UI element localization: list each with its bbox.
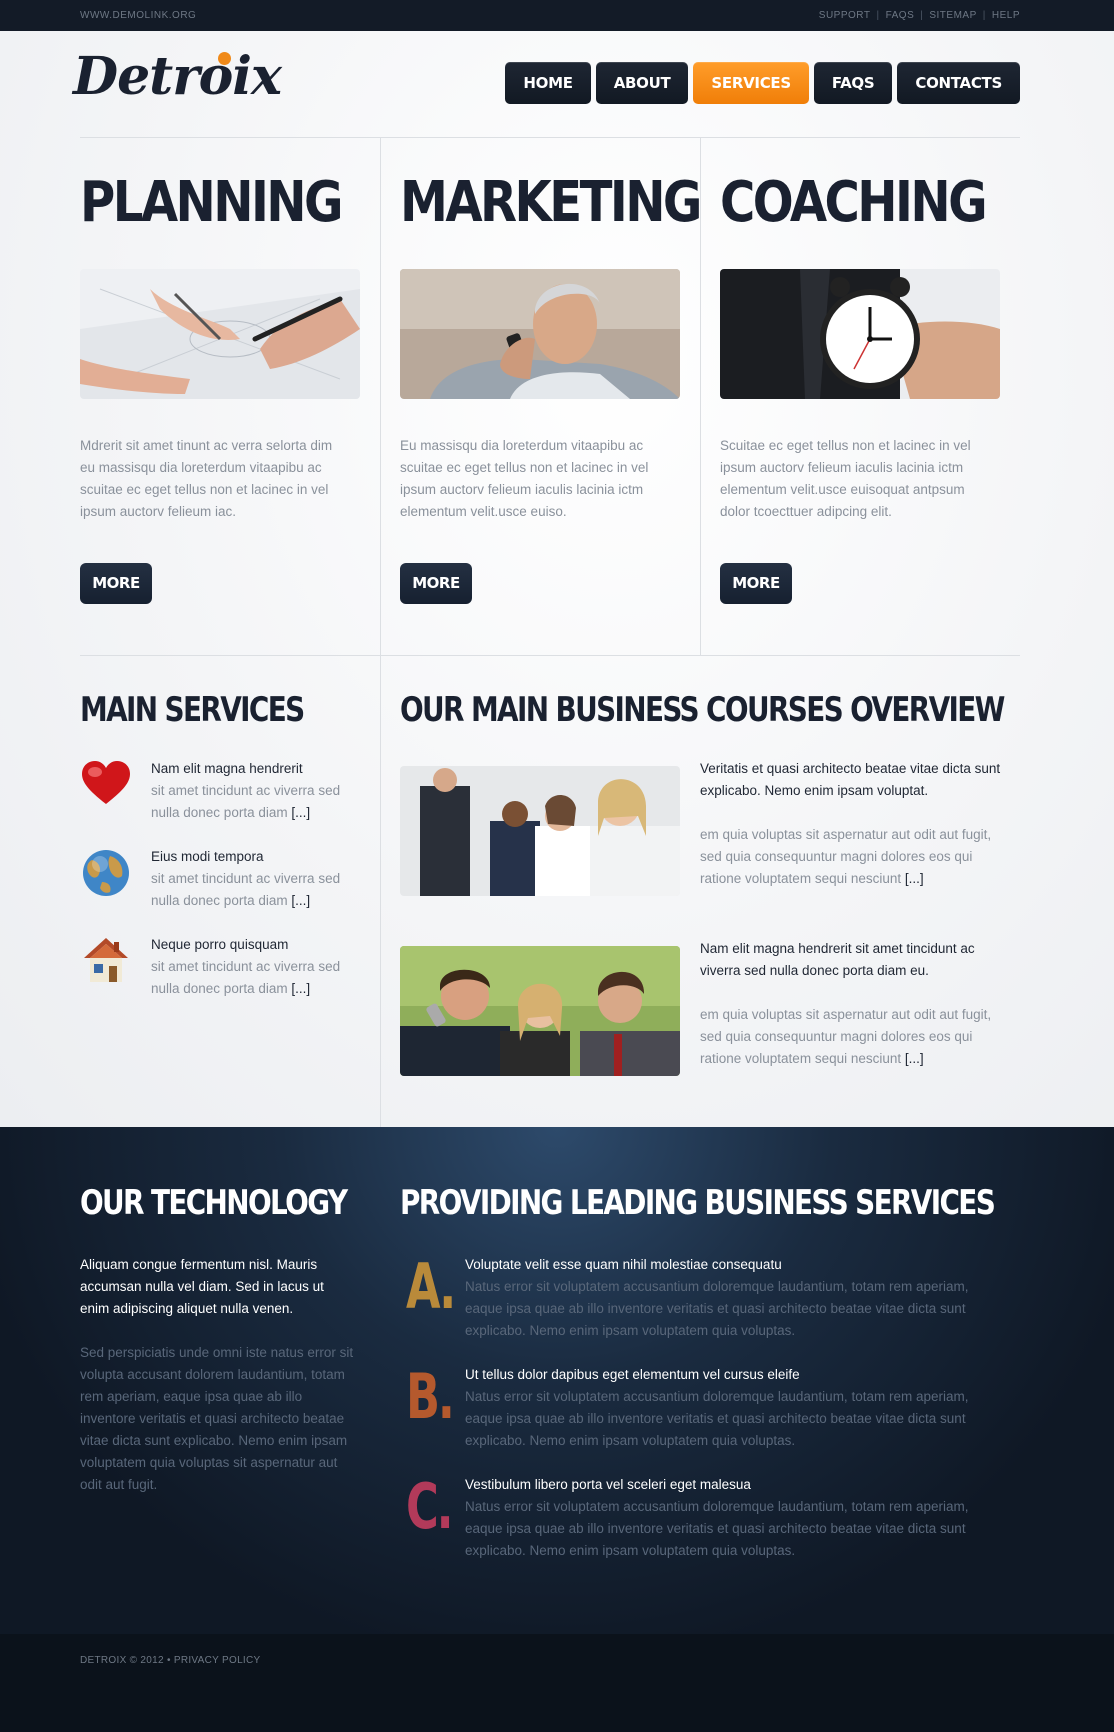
read-more-link[interactable]: [...] bbox=[291, 893, 310, 908]
top-bar: WWW.DEMOLINK.ORG SUPPORT | FAQS | SITEMA… bbox=[0, 0, 1114, 31]
divider: | bbox=[876, 10, 880, 21]
course-text: em quia voluptas sit aspernatur aut odit… bbox=[700, 1007, 992, 1066]
marketing-more-button[interactable]: MORE bbox=[400, 563, 472, 604]
divider bbox=[80, 137, 1020, 138]
marketing-photo bbox=[400, 269, 680, 399]
site-url[interactable]: WWW.DEMOLINK.ORG bbox=[80, 10, 196, 21]
footer-bullet: • bbox=[166, 1655, 171, 1666]
logo[interactable]: Detroix bbox=[73, 46, 282, 107]
coaching-title: COACHING bbox=[720, 170, 988, 235]
footer-copyright: DETROIX © 2012 • PRIVACY POLICY bbox=[80, 1655, 261, 1666]
planning-title: PLANNING bbox=[80, 170, 344, 235]
read-more-link[interactable]: [...] bbox=[291, 981, 310, 996]
providing-item-text: Natus error sit voluptatem accusantium d… bbox=[465, 1389, 969, 1448]
heart-icon bbox=[82, 761, 130, 804]
marketing-title: MARKETING bbox=[400, 170, 702, 235]
footer-brand: DETROIX bbox=[80, 1655, 127, 1666]
divider bbox=[380, 655, 381, 1127]
read-more-link[interactable]: [...] bbox=[905, 871, 924, 886]
house-icon bbox=[84, 938, 128, 982]
read-more-link[interactable]: [...] bbox=[291, 805, 310, 820]
divider: | bbox=[920, 10, 924, 21]
technology-lead: Aliquam congue fermentum nisl. Mauris ac… bbox=[80, 1257, 324, 1316]
marketing-text: Eu massisqu dia loreterdum vitaapibu ac … bbox=[400, 438, 649, 519]
coaching-photo bbox=[720, 269, 1000, 399]
read-more-link[interactable]: [...] bbox=[905, 1051, 924, 1066]
service-text: sit amet tincidunt ac viverra sed nulla … bbox=[151, 959, 341, 996]
planning-photo bbox=[80, 269, 360, 399]
footer: DETROIX © 2012 • PRIVACY POLICY bbox=[0, 1634, 1114, 1732]
service-title[interactable]: Neque porro quisquam bbox=[151, 934, 288, 956]
divider bbox=[700, 137, 701, 655]
providing-item-text: Natus error sit voluptatem accusantium d… bbox=[465, 1279, 969, 1338]
letter-b: B. bbox=[406, 1360, 455, 1433]
main-nav: HOME ABOUT SERVICES FAQS CONTACTS bbox=[505, 62, 1020, 104]
main-services-title: MAIN SERVICES bbox=[80, 690, 305, 730]
technology-text: Sed perspiciatis unde omni iste natus er… bbox=[80, 1345, 354, 1492]
divider bbox=[380, 137, 381, 655]
privacy-policy-link[interactable]: PRIVACY POLICY bbox=[174, 1655, 261, 1666]
letter-a: A. bbox=[406, 1250, 456, 1323]
providing-title: PROVIDING LEADING BUSINESS SERVICES bbox=[400, 1183, 996, 1223]
service-text: sit amet tincidunt ac viverra sed nulla … bbox=[151, 871, 341, 908]
service-text: sit amet tincidunt ac viverra sed nulla … bbox=[151, 783, 341, 820]
nav-faqs[interactable]: FAQS bbox=[813, 62, 893, 104]
nav-about[interactable]: ABOUT bbox=[595, 62, 689, 104]
divider bbox=[80, 655, 1020, 656]
letter-c: C. bbox=[406, 1470, 454, 1543]
logo-dot-icon bbox=[218, 52, 231, 65]
top-link-help[interactable]: HELP bbox=[992, 10, 1020, 21]
top-links: SUPPORT | FAQS | SITEMAP | HELP bbox=[819, 10, 1020, 21]
planning-more-button[interactable]: MORE bbox=[80, 563, 152, 604]
coaching-text: Scuitae ec eget tellus non et lacinec in… bbox=[720, 438, 971, 519]
top-link-sitemap[interactable]: SITEMAP bbox=[929, 10, 976, 21]
providing-item-text: Natus error sit voluptatem accusantium d… bbox=[465, 1499, 969, 1558]
courses-title: OUR MAIN BUSINESS COURSES OVERVIEW bbox=[400, 690, 1005, 730]
globe-icon bbox=[83, 850, 129, 896]
technology-title: OUR TECHNOLOGY bbox=[80, 1183, 348, 1223]
divider: | bbox=[982, 10, 986, 21]
nav-contacts[interactable]: CONTACTS bbox=[897, 62, 1020, 104]
course-title[interactable]: Veritatis et quasi architecto beatae vit… bbox=[700, 758, 1010, 802]
course-photo-meeting bbox=[400, 946, 680, 1076]
course-title[interactable]: Nam elit magna hendrerit sit amet tincid… bbox=[700, 938, 1010, 982]
providing-item-title[interactable]: Vestibulum libero porta vel sceleri eget… bbox=[465, 1474, 751, 1496]
top-link-faqs[interactable]: FAQS bbox=[886, 10, 915, 21]
providing-item-title[interactable]: Ut tellus dolor dapibus eget elementum v… bbox=[465, 1364, 800, 1386]
service-title[interactable]: Eius modi tempora bbox=[151, 846, 264, 868]
coaching-more-button[interactable]: MORE bbox=[720, 563, 792, 604]
planning-text: Mdrerit sit amet tinunt ac verra selorta… bbox=[80, 438, 333, 519]
providing-item-title[interactable]: Voluptate velit esse quam nihil molestia… bbox=[465, 1254, 782, 1276]
course-text: em quia voluptas sit aspernatur aut odit… bbox=[700, 827, 992, 886]
footer-year: © 2012 bbox=[129, 1655, 164, 1666]
service-title[interactable]: Nam elit magna hendrerit bbox=[151, 758, 303, 780]
top-link-support[interactable]: SUPPORT bbox=[819, 10, 871, 21]
course-photo-team bbox=[400, 766, 680, 896]
nav-home[interactable]: HOME bbox=[505, 62, 591, 104]
nav-services[interactable]: SERVICES bbox=[693, 62, 809, 104]
